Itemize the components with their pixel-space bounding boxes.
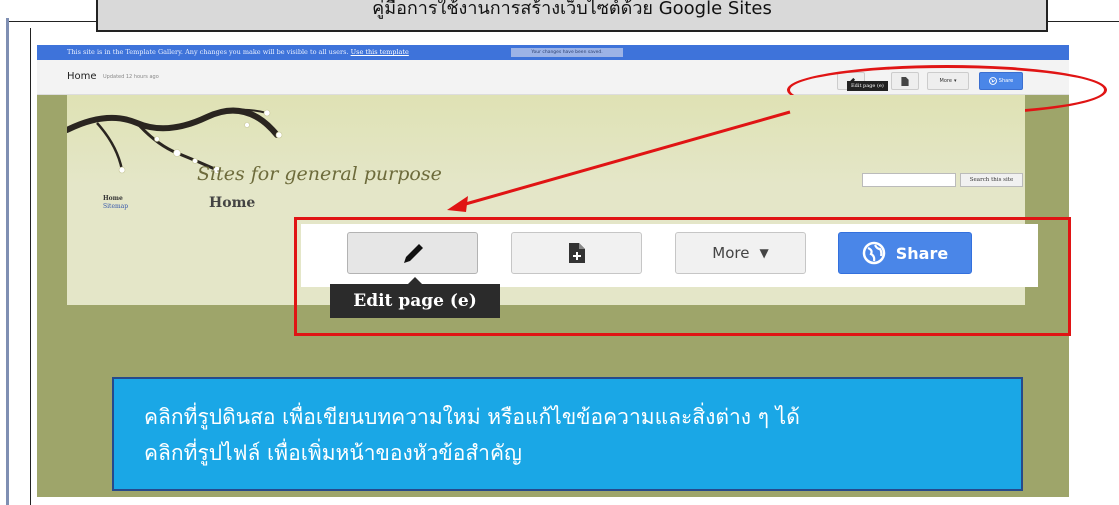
pencil-icon xyxy=(403,244,423,263)
more-button[interactable]: More ▼ xyxy=(675,232,806,274)
edit-page-button[interactable] xyxy=(347,232,478,274)
new-page-button[interactable] xyxy=(511,232,642,274)
instruction-line-pencil: คลิกที่รูปดินสอ เพื่อเขียนบทความใหม่ หรื… xyxy=(144,405,800,429)
more-label: More xyxy=(712,244,750,262)
instruction-line-file: คลิกที่รูปไฟล์ เพื่อเพิ่มหน้าของหัวข้อสำ… xyxy=(144,441,522,465)
share-label: Share xyxy=(895,243,949,263)
share-button[interactable]: Share xyxy=(838,232,972,274)
instruction-box: คลิกที่รูปดินสอ เพื่อเขียนบทความใหม่ หรื… xyxy=(112,377,1023,491)
edit-tooltip: Edit page (e) xyxy=(330,277,500,318)
globe-icon xyxy=(862,241,886,265)
chevron-down-icon: ▼ xyxy=(759,246,769,260)
new-page-icon xyxy=(568,243,585,263)
